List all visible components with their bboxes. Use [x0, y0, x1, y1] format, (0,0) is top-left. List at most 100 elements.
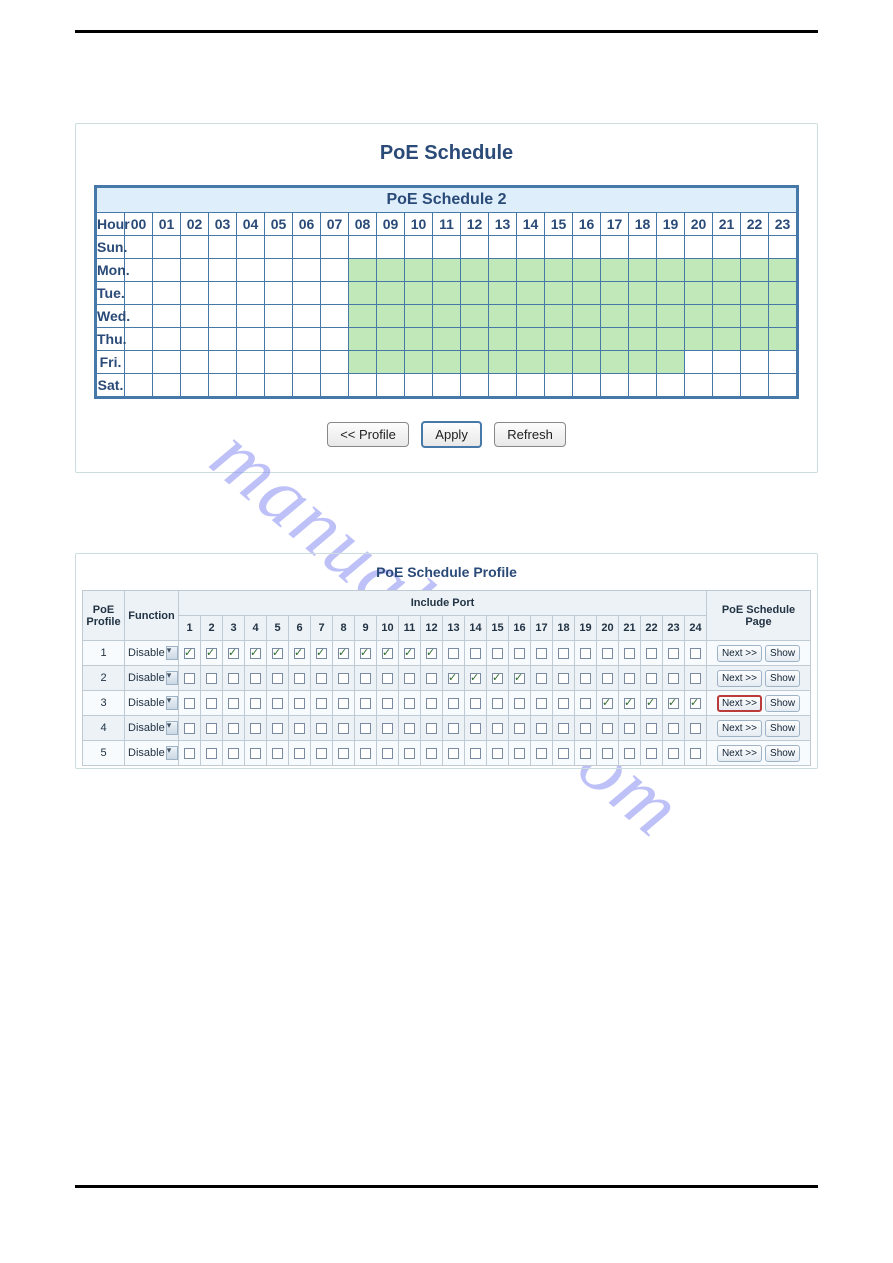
port-checkbox[interactable]	[338, 673, 349, 684]
schedule-cell[interactable]	[517, 351, 545, 374]
next-button[interactable]: Next >>	[717, 695, 762, 712]
schedule-cell[interactable]	[769, 328, 797, 351]
show-button[interactable]: Show	[765, 670, 800, 687]
schedule-cell[interactable]	[517, 236, 545, 259]
schedule-cell[interactable]	[489, 328, 517, 351]
port-checkbox[interactable]	[624, 648, 635, 659]
port-checkbox[interactable]	[624, 723, 635, 734]
port-checkbox[interactable]	[558, 748, 569, 759]
port-checkbox[interactable]	[492, 723, 503, 734]
port-checkbox[interactable]	[228, 723, 239, 734]
port-checkbox[interactable]	[690, 698, 701, 709]
port-checkbox[interactable]	[558, 648, 569, 659]
chevron-down-icon[interactable]	[166, 746, 178, 760]
schedule-cell[interactable]	[629, 236, 657, 259]
chevron-down-icon[interactable]	[166, 671, 178, 685]
schedule-cell[interactable]	[741, 328, 769, 351]
schedule-cell[interactable]	[349, 328, 377, 351]
schedule-cell[interactable]	[769, 305, 797, 328]
schedule-cell[interactable]	[321, 374, 349, 397]
port-checkbox[interactable]	[536, 648, 547, 659]
schedule-cell[interactable]	[181, 328, 209, 351]
port-checkbox[interactable]	[646, 673, 657, 684]
schedule-cell[interactable]	[489, 374, 517, 397]
schedule-cell[interactable]	[573, 351, 601, 374]
profile-button[interactable]: << Profile	[327, 422, 409, 447]
port-checkbox[interactable]	[316, 673, 327, 684]
schedule-cell[interactable]	[461, 374, 489, 397]
schedule-cell[interactable]	[657, 282, 685, 305]
schedule-cell[interactable]	[321, 236, 349, 259]
schedule-cell[interactable]	[125, 328, 153, 351]
schedule-cell[interactable]	[405, 259, 433, 282]
port-checkbox[interactable]	[184, 648, 195, 659]
schedule-cell[interactable]	[209, 282, 237, 305]
schedule-cell[interactable]	[629, 305, 657, 328]
schedule-cell[interactable]	[629, 259, 657, 282]
schedule-cell[interactable]	[769, 236, 797, 259]
port-checkbox[interactable]	[360, 723, 371, 734]
port-checkbox[interactable]	[316, 648, 327, 659]
schedule-cell[interactable]	[741, 282, 769, 305]
schedule-cell[interactable]	[433, 282, 461, 305]
schedule-cell[interactable]	[377, 305, 405, 328]
schedule-cell[interactable]	[125, 236, 153, 259]
schedule-cell[interactable]	[545, 328, 573, 351]
port-checkbox[interactable]	[470, 648, 481, 659]
port-checkbox[interactable]	[360, 748, 371, 759]
schedule-cell[interactable]	[265, 374, 293, 397]
port-checkbox[interactable]	[470, 748, 481, 759]
schedule-cell[interactable]	[601, 351, 629, 374]
schedule-cell[interactable]	[293, 259, 321, 282]
schedule-cell[interactable]	[685, 236, 713, 259]
function-select[interactable]: Disable	[125, 716, 179, 741]
schedule-cell[interactable]	[181, 259, 209, 282]
port-checkbox[interactable]	[272, 698, 283, 709]
port-checkbox[interactable]	[250, 648, 261, 659]
port-checkbox[interactable]	[382, 698, 393, 709]
schedule-cell[interactable]	[685, 328, 713, 351]
port-checkbox[interactable]	[294, 698, 305, 709]
schedule-cell[interactable]	[657, 259, 685, 282]
schedule-cell[interactable]	[461, 305, 489, 328]
next-button[interactable]: Next >>	[717, 720, 762, 737]
schedule-cell[interactable]	[321, 282, 349, 305]
port-checkbox[interactable]	[470, 673, 481, 684]
schedule-cell[interactable]	[293, 328, 321, 351]
schedule-cell[interactable]	[713, 259, 741, 282]
port-checkbox[interactable]	[382, 673, 393, 684]
schedule-cell[interactable]	[601, 328, 629, 351]
schedule-cell[interactable]	[349, 259, 377, 282]
schedule-cell[interactable]	[769, 282, 797, 305]
chevron-down-icon[interactable]	[166, 721, 178, 735]
schedule-cell[interactable]	[405, 328, 433, 351]
schedule-cell[interactable]	[741, 236, 769, 259]
schedule-cell[interactable]	[237, 351, 265, 374]
schedule-cell[interactable]	[181, 374, 209, 397]
port-checkbox[interactable]	[360, 698, 371, 709]
port-checkbox[interactable]	[448, 723, 459, 734]
schedule-cell[interactable]	[153, 351, 181, 374]
port-checkbox[interactable]	[404, 673, 415, 684]
schedule-cell[interactable]	[237, 374, 265, 397]
port-checkbox[interactable]	[206, 648, 217, 659]
schedule-cell[interactable]	[433, 374, 461, 397]
port-checkbox[interactable]	[294, 748, 305, 759]
next-button[interactable]: Next >>	[717, 645, 762, 662]
port-checkbox[interactable]	[338, 748, 349, 759]
schedule-cell[interactable]	[237, 236, 265, 259]
port-checkbox[interactable]	[492, 648, 503, 659]
schedule-cell[interactable]	[349, 236, 377, 259]
port-checkbox[interactable]	[250, 723, 261, 734]
schedule-cell[interactable]	[489, 259, 517, 282]
port-checkbox[interactable]	[558, 673, 569, 684]
schedule-cell[interactable]	[517, 259, 545, 282]
schedule-cell[interactable]	[489, 305, 517, 328]
port-checkbox[interactable]	[492, 673, 503, 684]
schedule-cell[interactable]	[265, 236, 293, 259]
schedule-cell[interactable]	[405, 305, 433, 328]
port-checkbox[interactable]	[558, 698, 569, 709]
schedule-cell[interactable]	[713, 305, 741, 328]
refresh-button[interactable]: Refresh	[494, 422, 566, 447]
port-checkbox[interactable]	[404, 698, 415, 709]
